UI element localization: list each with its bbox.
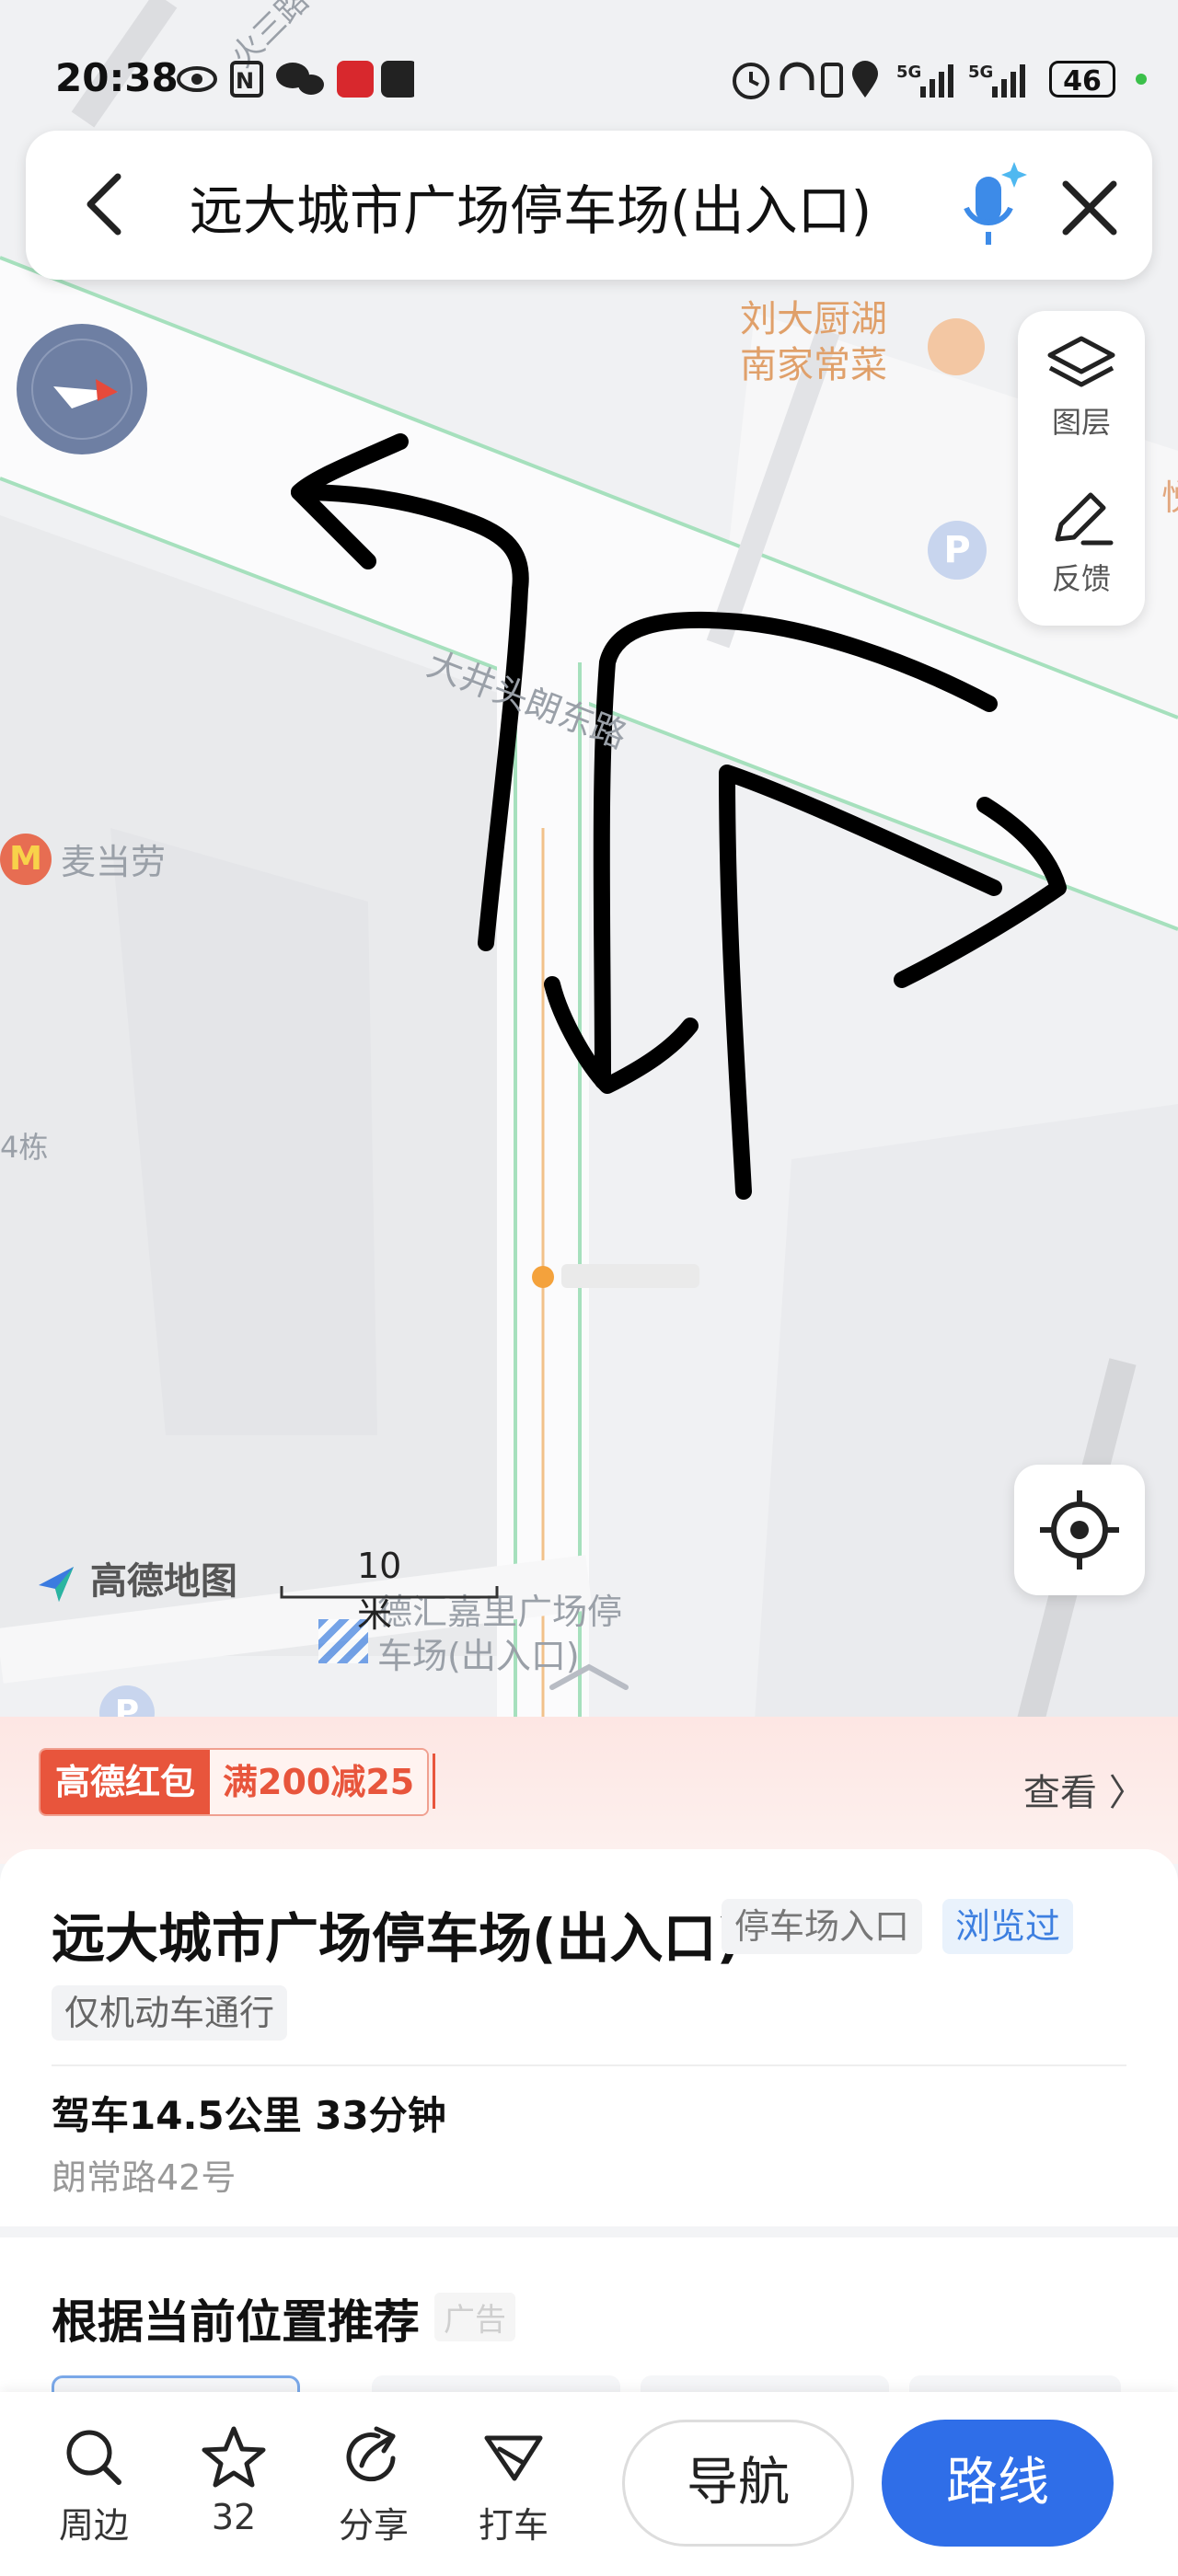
viewed-badge: 浏览过 [942,1899,1074,1954]
search-bar[interactable]: 远大城市广场停车场(出入口) [26,131,1152,280]
close-button[interactable] [1053,171,1126,245]
status-system-icons: 5G 5G [733,61,1025,99]
taxi-icon [484,2435,543,2481]
place-type-chip: 停车场入口 [722,1899,923,1954]
place-card: 远大城市广场停车场(出入口) 停车场入口 浏览过 仅机动车通行 驾车14.5公里… [0,1849,1178,2226]
scale-bar [280,1586,499,1599]
edit-pen-icon [1055,492,1114,546]
svg-text:5G: 5G [896,63,921,82]
taxi-button[interactable]: 打车 [458,2425,569,2547]
navigate-button[interactable]: 导航 [622,2420,854,2547]
map-tool-panel: 图层 反馈 [1018,311,1145,626]
drive-distance-time: 驾车14.5公里 33分钟 [52,2093,446,2138]
locate-me-button[interactable] [1014,1465,1145,1595]
amap-logo-text: 高德地图 [89,1560,237,1603]
recommend-title: 根据当前位置推荐 [52,2295,420,2349]
card-divider [52,2064,1126,2066]
feedback-button[interactable]: 反馈 [1018,488,1145,598]
bottom-toolbar: 周边 32 分享 打车 导航 路线 [0,2392,1178,2576]
place-address: 朗常路42号 [52,2157,237,2198]
poi-mcdonalds-label[interactable]: 麦当劳 [61,834,166,884]
place-title: 远大城市广场停车场(出入口) [52,1907,742,1970]
share-button[interactable]: 分享 [318,2425,429,2547]
red-packet-tag[interactable]: 高德红包 满200减25 [39,1748,430,1816]
poi-restaurant-label[interactable]: 刘大厨湖 南家常菜 [740,296,887,388]
red-packet-label: 高德红包 [40,1750,211,1814]
nearby-label: 周边 [58,2505,129,2546]
promo-banner[interactable]: 高德红包 满200减25 查看 〉 [0,1717,1178,1864]
promo-divider [433,1754,435,1809]
back-button[interactable] [70,167,144,241]
svg-text:5G: 5G [968,63,993,82]
mcdonalds-icon[interactable]: M [0,834,52,885]
search-icon [66,2430,121,2485]
search-query-text[interactable]: 远大城市广场停车场(出入口) [190,167,872,245]
compass-icon [31,339,133,440]
nearby-button[interactable]: 周边 [39,2425,149,2547]
layers-button[interactable]: 图层 [1018,331,1145,442]
layers-label: 图层 [1051,405,1111,440]
voice-search-button[interactable] [946,156,1038,258]
vehicle-only-chip: 仅机动车通行 [52,1985,288,2041]
share-label: 分享 [338,2505,409,2546]
star-icon [202,2426,266,2488]
status-bar: 20:38 N 5G 5G 46 [0,37,1178,120]
taxi-label: 打车 [478,2505,549,2546]
discount-label: 满200减25 [210,1750,428,1814]
layers-icon [1047,336,1115,387]
microphone-icon [964,162,1027,245]
favorite-button[interactable]: 32 [179,2425,289,2537]
amap-logo: 高德地图 [33,1551,237,1605]
svg-text:N: N [236,68,254,94]
expand-handle-icon[interactable] [543,1656,635,1693]
amap-logo-icon [33,1561,77,1605]
route-button[interactable]: 路线 [882,2420,1114,2547]
chevron-left-icon [87,173,121,236]
compass-button[interactable] [17,324,147,454]
building-label: 4栋 [0,1130,49,1165]
ad-badge: 广告 [434,2293,515,2341]
parking-icon[interactable]: P [928,521,987,580]
battery-indicator: 46 [1049,61,1115,98]
crosshair-icon [1040,1490,1119,1570]
close-icon [1062,180,1117,236]
share-icon [346,2426,396,2482]
edge-poi-label: 悦 [1161,469,1178,520]
status-notification-icons: N [177,61,414,98]
charging-dot-icon [1136,74,1147,85]
status-time: 20:38 [55,55,179,100]
recommend-section: 根据当前位置推荐 广告 [0,2237,1178,2412]
feedback-label: 反馈 [1051,561,1111,596]
promo-view-link[interactable]: 查看 〉 [1023,1763,1146,1816]
restaurant-icon[interactable] [928,318,985,375]
favorite-count: 32 [211,2497,257,2537]
